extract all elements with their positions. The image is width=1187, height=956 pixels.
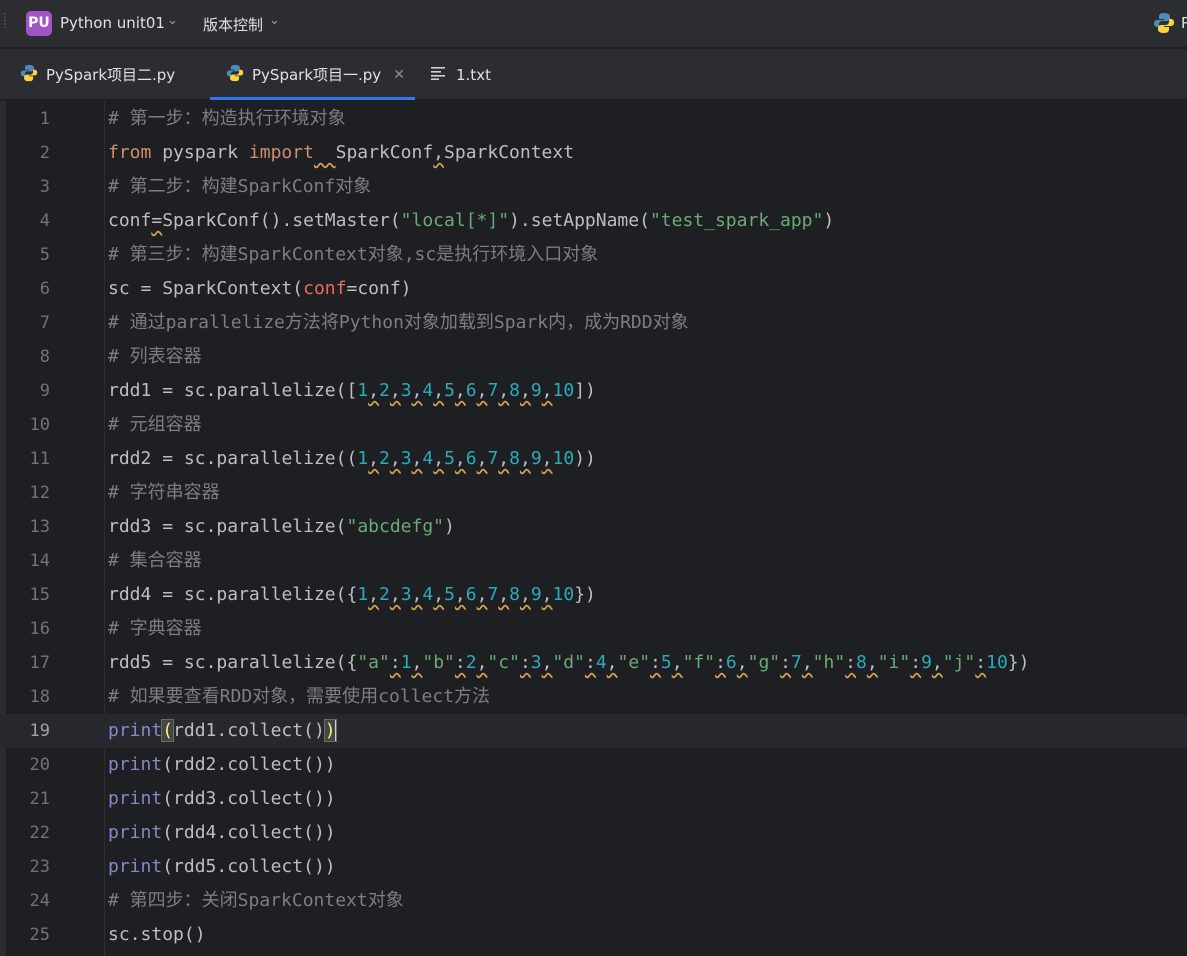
text-file-icon	[430, 66, 446, 84]
code-line[interactable]: 4 conf=SparkConf().setMaster("local[*]").…	[0, 204, 1187, 238]
code-text[interactable]: rdd5 = sc.parallelize({"a":1,"b":2,"c":3…	[108, 646, 1029, 680]
menu-grip-icon[interactable]: ⋮ ⋮	[0, 13, 10, 34]
code-text[interactable]: # 元组容器	[108, 408, 202, 442]
line-number[interactable]: 2	[6, 136, 50, 170]
editor-tabs: PySpark项目二.py PySpark项目一.py ✕ 1.txt	[0, 49, 1187, 100]
line-number[interactable]: 3	[6, 170, 50, 204]
line-number[interactable]: 17	[6, 646, 50, 680]
line-number[interactable]: 11	[6, 442, 50, 476]
code-line[interactable]: 15 rdd4 = sc.parallelize({1,2,3,4,5,6,7,8…	[0, 578, 1187, 612]
python-icon[interactable]	[1153, 12, 1175, 38]
code-line[interactable]: 6 sc = SparkContext(conf=conf)	[0, 272, 1187, 306]
text-caret	[334, 720, 337, 742]
tab-1-txt[interactable]: 1.txt	[430, 49, 491, 100]
chevron-down-icon[interactable]: ⌄	[269, 13, 280, 28]
code-text[interactable]: # 第四步：关闭SparkContext对象	[108, 884, 404, 918]
tab-label: PySpark项目一.py	[252, 66, 382, 84]
code-text[interactable]: # 通过parallelize方法将Python对象加载到Spark内，成为RD…	[108, 306, 689, 340]
code-line[interactable]: 25 sc.stop()	[0, 918, 1187, 952]
tab-label: PySpark项目二.py	[46, 66, 176, 84]
code-line[interactable]: 8 # 列表容器	[0, 340, 1187, 374]
code-text[interactable]: print(rdd1.collect())	[108, 714, 337, 748]
line-number[interactable]: 20	[6, 748, 50, 782]
line-number[interactable]: 23	[6, 850, 50, 884]
line-number[interactable]: 13	[6, 510, 50, 544]
code-text[interactable]: print(rdd3.collect())	[108, 782, 336, 816]
chevron-down-icon[interactable]: ⌄	[167, 13, 178, 28]
code-text[interactable]: rdd2 = sc.parallelize((1,2,3,4,5,6,7,8,9…	[108, 442, 596, 476]
line-number[interactable]: 19	[6, 714, 50, 748]
code-line[interactable]: 14 # 集合容器	[0, 544, 1187, 578]
line-number[interactable]: 1	[6, 102, 50, 136]
run-config-label[interactable]: P	[1181, 14, 1187, 32]
vcs-menu[interactable]: 版本控制	[203, 14, 263, 35]
code-text[interactable]: conf=SparkConf().setMaster("local[*]").s…	[108, 204, 834, 238]
line-number[interactable]: 16	[6, 612, 50, 646]
code-line[interactable]: 21 print(rdd3.collect())	[0, 782, 1187, 816]
project-badge[interactable]: PU	[26, 11, 52, 36]
active-tab-indicator	[210, 97, 415, 100]
code-text[interactable]: # 列表容器	[108, 340, 202, 374]
main-toolbar: ⋮ ⋮ PU Python unit01 ⌄ 版本控制 ⌄ P	[0, 0, 1187, 48]
code-line[interactable]: 3 # 第二步：构建SparkConf对象	[0, 170, 1187, 204]
code-text[interactable]: # 集合容器	[108, 544, 202, 578]
code-text[interactable]: print(rdd4.collect())	[108, 816, 336, 850]
code-line[interactable]: 18 # 如果要查看RDD对象，需要使用collect方法	[0, 680, 1187, 714]
code-line[interactable]: 7 # 通过parallelize方法将Python对象加载到Spark内，成为R…	[0, 306, 1187, 340]
line-number[interactable]: 5	[6, 238, 50, 272]
code-text[interactable]: # 第二步：构建SparkConf对象	[108, 170, 371, 204]
code-text[interactable]: from pyspark import SparkConf,SparkConte…	[108, 136, 574, 170]
line-number[interactable]: 24	[6, 884, 50, 918]
code-line[interactable]: 2 from pyspark import SparkConf,SparkCont…	[0, 136, 1187, 170]
code-line[interactable]: 16 # 字典容器	[0, 612, 1187, 646]
code-line[interactable]: 5 # 第三步：构建SparkContext对象,sc是执行环境入口对象	[0, 238, 1187, 272]
line-number[interactable]: 6	[6, 272, 50, 306]
code-line[interactable]: 17 rdd5 = sc.parallelize({"a":1,"b":2,"c"…	[0, 646, 1187, 680]
code-line[interactable]: 11 rdd2 = sc.parallelize((1,2,3,4,5,6,7,8…	[0, 442, 1187, 476]
line-number[interactable]: 10	[6, 408, 50, 442]
line-number[interactable]: 8	[6, 340, 50, 374]
code-text[interactable]: # 字典容器	[108, 612, 202, 646]
code-text[interactable]: sc.stop()	[108, 918, 206, 952]
code-text[interactable]: # 字符串容器	[108, 476, 220, 510]
code-text[interactable]: print(rdd5.collect())	[108, 850, 336, 884]
code-text[interactable]: # 第三步：构建SparkContext对象,sc是执行环境入口对象	[108, 238, 598, 272]
code-editor[interactable]: 1 # 第一步：构造执行环境对象 2 from pyspark import Spar…	[0, 101, 1187, 956]
tab-pyspark-project-1[interactable]: PySpark项目一.py ✕	[210, 49, 415, 100]
code-line[interactable]: 9 rdd1 = sc.parallelize([1,2,3,4,5,6,7,8,…	[0, 374, 1187, 408]
close-icon[interactable]: ✕	[393, 67, 405, 83]
python-icon	[226, 64, 244, 86]
code-line[interactable]: 19 print(rdd1.collect())	[0, 714, 1187, 748]
line-number[interactable]: 9	[6, 374, 50, 408]
code-line[interactable]: 10 # 元组容器	[0, 408, 1187, 442]
code-line[interactable]: 22 print(rdd4.collect())	[0, 816, 1187, 850]
code-text[interactable]: rdd4 = sc.parallelize({1,2,3,4,5,6,7,8,9…	[108, 578, 596, 612]
code-text[interactable]: # 如果要查看RDD对象，需要使用collect方法	[108, 680, 490, 714]
tab-label: 1.txt	[456, 65, 491, 84]
code-line[interactable]: 12 # 字符串容器	[0, 476, 1187, 510]
code-line[interactable]: 24 # 第四步：关闭SparkContext对象	[0, 884, 1187, 918]
line-number[interactable]: 18	[6, 680, 50, 714]
code-text[interactable]: rdd3 = sc.parallelize("abcdefg")	[108, 510, 455, 544]
line-number[interactable]: 4	[6, 204, 50, 238]
code-line[interactable]: 23 print(rdd5.collect())	[0, 850, 1187, 884]
code-text[interactable]: # 第一步：构造执行环境对象	[108, 102, 346, 136]
project-name-dropdown[interactable]: Python unit01	[60, 14, 165, 32]
line-number[interactable]: 14	[6, 544, 50, 578]
python-icon	[20, 64, 38, 86]
code-text[interactable]: rdd1 = sc.parallelize([1,2,3,4,5,6,7,8,9…	[108, 374, 596, 408]
line-number[interactable]: 22	[6, 816, 50, 850]
code-line[interactable]: 20 print(rdd2.collect())	[0, 748, 1187, 782]
code-line[interactable]: 1 # 第一步：构造执行环境对象	[0, 102, 1187, 136]
line-number[interactable]: 21	[6, 782, 50, 816]
line-number[interactable]: 12	[6, 476, 50, 510]
line-number[interactable]: 15	[6, 578, 50, 612]
code-text[interactable]: print(rdd2.collect())	[108, 748, 336, 782]
code-text[interactable]: sc = SparkContext(conf=conf)	[108, 272, 412, 306]
line-number[interactable]: 7	[6, 306, 50, 340]
line-number[interactable]: 25	[6, 918, 50, 952]
code-line[interactable]: 13 rdd3 = sc.parallelize("abcdefg")	[0, 510, 1187, 544]
tab-pyspark-project-2[interactable]: PySpark项目二.py	[20, 49, 175, 100]
